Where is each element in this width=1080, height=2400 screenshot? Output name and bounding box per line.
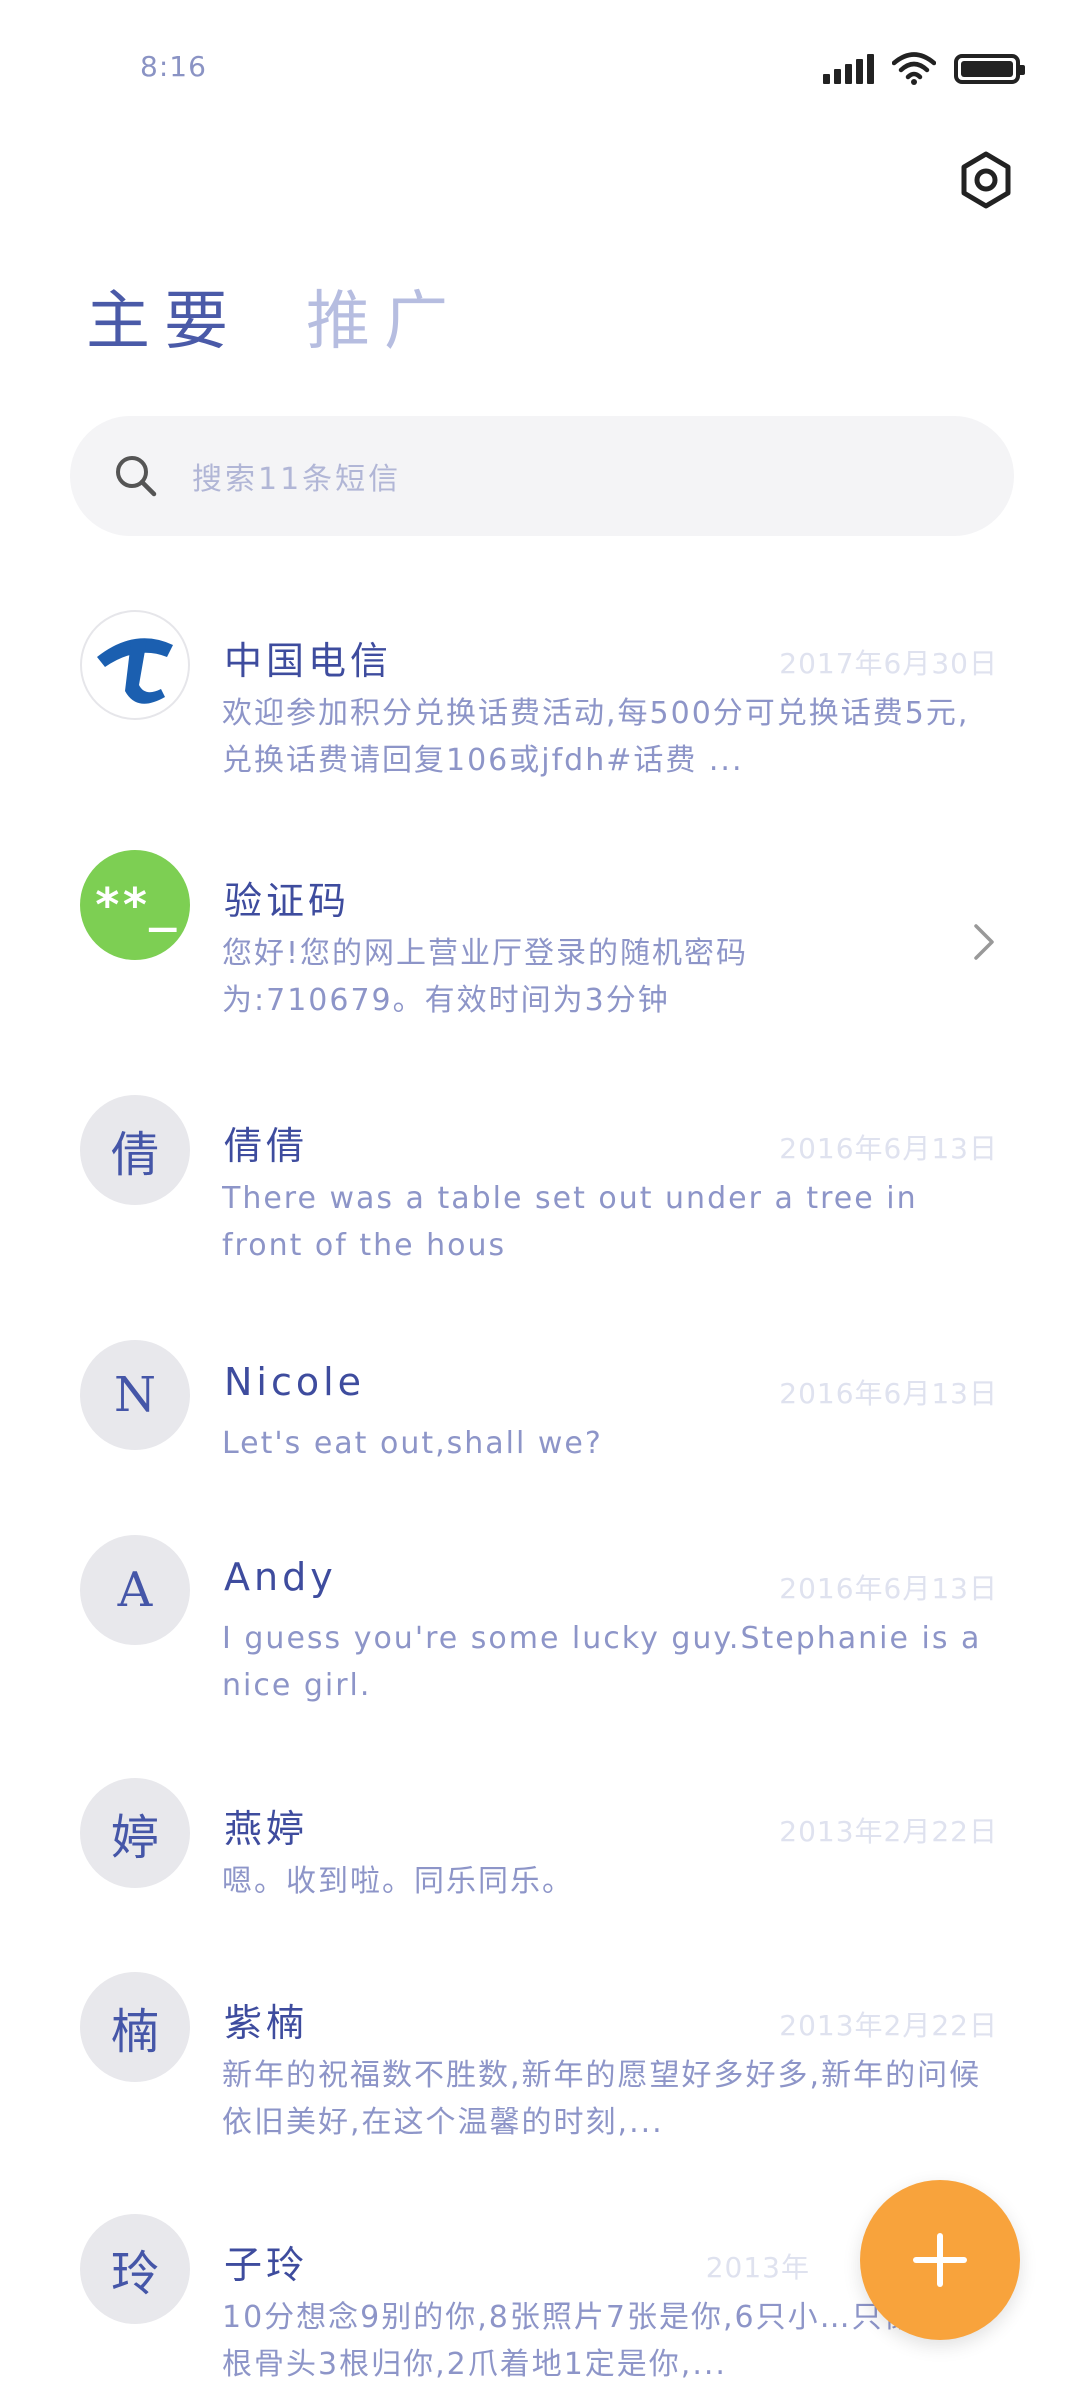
plus-icon: [913, 2233, 967, 2287]
avatar: A: [80, 1535, 190, 1645]
conversation-item[interactable]: 中国电信 2017年6月30日 欢迎参加积分兑换话费活动,每500分可兑换话费5…: [0, 590, 1080, 810]
avatar: **_: [80, 850, 190, 960]
conversation-preview: There was a table set out under a tree i…: [222, 1181, 918, 1263]
status-icons: [823, 52, 1025, 86]
settings-icon: [961, 151, 1011, 209]
conversation-name: 紫楠: [224, 2001, 309, 2045]
conversation-item[interactable]: **_ 验证码 您好!您的网上营业厅登录的随机密码为:710679。有效时间为3…: [0, 830, 1080, 1050]
conversation-name: Nicole: [224, 1360, 366, 1404]
avatar: 玲: [80, 2214, 190, 2324]
conversation-preview: Let's eat out,shall we?: [222, 1426, 603, 1461]
conversation-date: 2016年6月13日: [779, 1132, 998, 1165]
conversation-item[interactable]: N Nicole 2016年6月13日 Let's eat out,shall …: [0, 1320, 1080, 1500]
conversation-name: 子玲: [224, 2243, 309, 2287]
conversation-item[interactable]: 倩 倩倩 2016年6月13日 There was a table set ou…: [0, 1075, 1080, 1295]
conversation-name: 燕婷: [224, 1807, 309, 1851]
avatar: N: [80, 1340, 190, 1450]
conversation-preview: 您好!您的网上营业厅登录的随机密码为:710679。有效时间为3分钟: [222, 936, 749, 1018]
conversation-date: 2017年6月30日: [779, 647, 998, 680]
conversation-item[interactable]: 楠 紫楠 2013年2月22日 新年的祝福数不胜数,新年的愿望好多好多,新年的问…: [0, 1952, 1080, 2172]
conversation-name: 倩倩: [224, 1124, 309, 1168]
tab-primary[interactable]: 主要: [86, 270, 242, 362]
tab-promotions[interactable]: 推广: [306, 270, 462, 362]
chevron-right-icon: [974, 924, 994, 960]
conversation-date: 2013年: [705, 2251, 810, 2284]
conversation-preview: I guess you're some lucky guy.Stephanie …: [222, 1621, 982, 1703]
avatar: 倩: [80, 1095, 190, 1205]
conversation-name: Andy: [224, 1555, 337, 1599]
china-telecom-logo: [80, 610, 190, 720]
conversation-date: 2016年6月13日: [779, 1377, 998, 1410]
conversation-date: 2013年2月22日: [779, 1815, 998, 1848]
search-bar[interactable]: 搜索11条短信: [70, 416, 1014, 536]
battery-icon: [954, 54, 1025, 84]
conversation-item[interactable]: 婷 燕婷 2013年2月22日 嗯。收到啦。同乐同乐。: [0, 1758, 1080, 1938]
status-time: 8:16: [140, 50, 207, 83]
search-placeholder: 搜索11条短信: [192, 462, 402, 497]
conversation-date: 2016年6月13日: [779, 1572, 998, 1605]
conversation-date: 2013年2月22日: [779, 2009, 998, 2042]
avatar: 婷: [80, 1778, 190, 1888]
new-message-button[interactable]: [860, 2180, 1020, 2340]
search-icon: [116, 456, 157, 497]
conversation-preview: 嗯。收到啦。同乐同乐。: [222, 1864, 574, 1899]
conversation-preview: 欢迎参加积分兑换话费活动,每500分可兑换话费5元,兑换话费请回复106或jfd…: [222, 696, 970, 778]
status-bar: 8:16: [0, 0, 1080, 130]
conversation-name: 验证码: [224, 879, 351, 923]
conversation-name: 中国电信: [224, 639, 393, 683]
conversation-preview: 10分想念9别的你,8张照片7张是你,6只小…只像你,4根骨头3根归你,2爪着地…: [222, 2300, 981, 2382]
wifi-icon: [892, 52, 936, 85]
conversation-item[interactable]: A Andy 2016年6月13日 I guess you're some lu…: [0, 1515, 1080, 1735]
settings-button[interactable]: [954, 148, 1018, 212]
avatar: 楠: [80, 1972, 190, 2082]
tab-bar: 主要 推广: [86, 270, 462, 362]
conversation-preview: 新年的祝福数不胜数,新年的愿望好多好多,新年的问候依旧美好,在这个温馨的时刻,.…: [222, 2058, 982, 2140]
signal-icon: [823, 54, 874, 84]
